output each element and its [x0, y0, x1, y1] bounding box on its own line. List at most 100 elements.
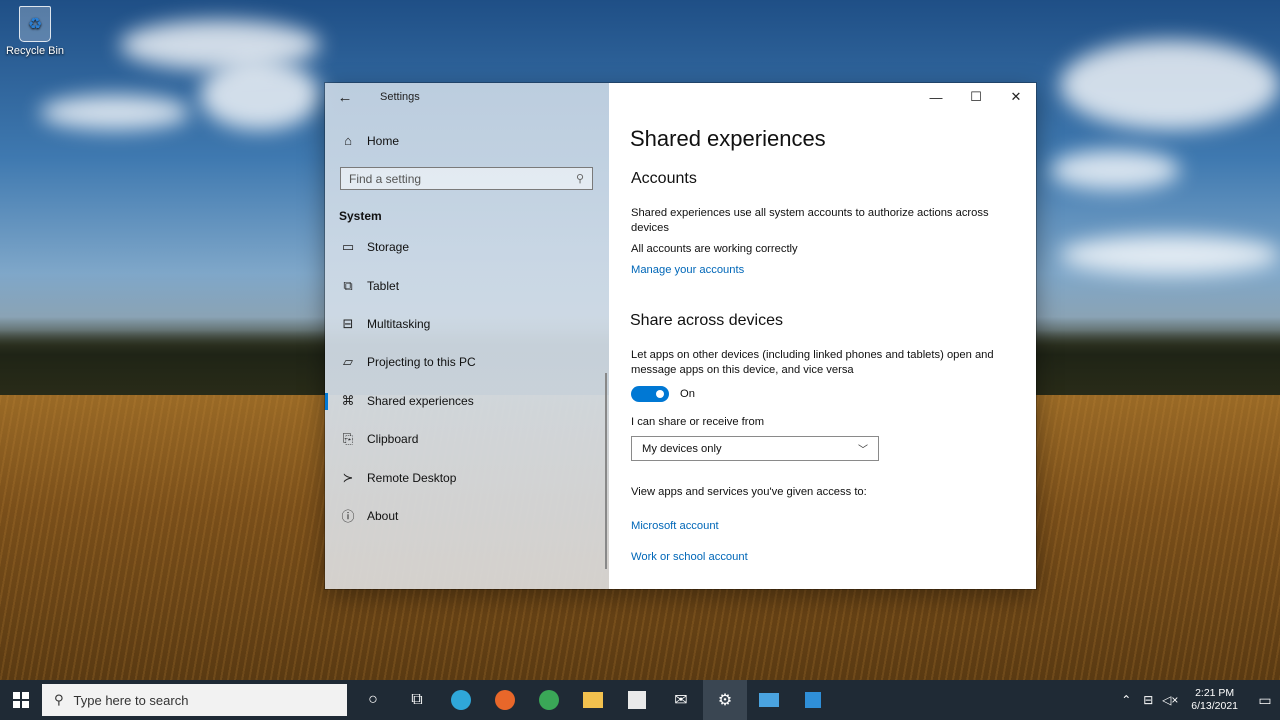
nav-home-label: Home [367, 133, 400, 148]
desktop-icon-label: Recycle Bin [5, 45, 65, 57]
sidebar-item-label: Tablet [367, 278, 400, 293]
tablet-icon: ⧉ [343, 277, 353, 293]
page-title: Shared experiences [630, 126, 826, 151]
manage-accounts-link[interactable]: Manage your accounts [631, 264, 744, 276]
chrome-button[interactable] [527, 680, 571, 720]
sidebar-item-clipboard[interactable]: ⎘ Clipboard [325, 420, 609, 458]
firefox-button[interactable] [483, 680, 527, 720]
sidebar-item-label: Projecting to this PC [367, 355, 476, 370]
title-bar: ← Settings [325, 83, 420, 111]
sidebar-scrollbar[interactable] [605, 373, 607, 569]
close-icon: ✕ [1010, 89, 1022, 104]
work-school-account-link[interactable]: Work or school account [631, 551, 748, 563]
storage-icon: ▭ [341, 239, 355, 255]
sidebar-item-multitasking[interactable]: ⊟ Multitasking [325, 305, 609, 343]
azure-button[interactable] [791, 680, 835, 720]
search-icon: ⚲ [54, 692, 64, 707]
settings-icon: ⚙ [717, 692, 733, 709]
sidebar-item-shared-experiences[interactable]: ⌘ Shared experiences [325, 382, 609, 420]
cloud [1060, 40, 1280, 130]
task-view-icon: ⧉ [411, 691, 423, 708]
nav-list: ▭ Storage ⧉ Tablet ⊟ Multitasking ▱ Proj… [325, 228, 609, 535]
windows-logo-icon [13, 692, 29, 708]
task-view-button[interactable]: ⧉ [395, 680, 439, 720]
cloud [120, 20, 320, 70]
projecting-icon: ▱ [343, 354, 353, 370]
share-heading: Share across devices [630, 312, 783, 329]
share-toggle-state: On [680, 388, 695, 400]
network-icon[interactable]: ⊟ [1139, 693, 1157, 707]
accounts-status: All accounts are working correctly [631, 243, 798, 255]
taskbar-apps: ○ ⧉ ✉ ⚙ [351, 680, 835, 720]
share-from-dropdown[interactable]: My devices only ﹀ [631, 436, 879, 461]
sidebar-item-storage[interactable]: ▭ Storage [325, 228, 609, 266]
dropdown-value: My devices only [642, 442, 722, 455]
firefox-icon [495, 690, 515, 710]
settings-window: ← Settings ⌂ Home Find a setting ⚲ Syste… [325, 83, 1036, 589]
clock-time: 2:21 PM [1195, 687, 1235, 699]
close-button[interactable]: ✕ [996, 83, 1036, 111]
edge-button[interactable] [439, 680, 483, 720]
control-panel-icon [759, 693, 779, 707]
sidebar-item-label: Multitasking [367, 316, 431, 331]
clipboard-icon: ⎘ [342, 431, 354, 447]
share-description: Let apps on other devices (including lin… [631, 349, 994, 376]
file-explorer-button[interactable] [571, 680, 615, 720]
minimize-button[interactable]: — [916, 83, 956, 111]
mail-button[interactable]: ✉ [659, 680, 703, 720]
cortana-button[interactable]: ○ [351, 680, 395, 720]
access-label: View apps and services you've given acce… [631, 486, 867, 498]
search-icon: ⚲ [575, 173, 584, 185]
clock[interactable]: 2:21 PM 6/13/2021 [1191, 687, 1238, 713]
multitasking-icon: ⊟ [342, 315, 354, 331]
taskbar-search-box[interactable]: ⚲ Type here to search [42, 684, 347, 716]
settings-taskbar-button[interactable]: ⚙ [703, 680, 747, 720]
volume-muted-icon[interactable]: ◁× [1161, 693, 1179, 707]
accounts-heading: Accounts [631, 170, 697, 187]
sidebar-item-label: About [367, 508, 399, 523]
file-explorer-icon [583, 692, 603, 708]
cloud [200, 60, 320, 130]
sidebar-item-label: Shared experiences [367, 393, 474, 408]
about-icon: ⓘ [341, 509, 355, 525]
notification-icon[interactable]: ▭ [1250, 692, 1280, 709]
taskbar-search-placeholder: Type here to search [73, 692, 189, 708]
sidebar-item-remote-desktop[interactable]: ≻ Remote Desktop [325, 458, 609, 496]
share-toggle[interactable] [631, 386, 669, 402]
back-arrow-icon: ← [337, 88, 353, 106]
search-placeholder: Find a setting [349, 171, 422, 186]
start-button[interactable] [0, 680, 42, 720]
find-setting-input[interactable]: Find a setting ⚲ [340, 167, 593, 190]
home-icon: ⌂ [344, 133, 352, 148]
cloud [1050, 150, 1180, 190]
store-button[interactable] [615, 680, 659, 720]
sidebar-item-about[interactable]: ⓘ About [325, 497, 609, 535]
chrome-icon [539, 690, 559, 710]
mail-icon: ✉ [674, 692, 688, 709]
settings-sidebar: ← Settings ⌂ Home Find a setting ⚲ Syste… [325, 83, 609, 589]
cloud [1060, 235, 1280, 275]
accounts-description: Shared experiences use all system accoun… [631, 207, 989, 234]
sidebar-item-tablet[interactable]: ⧉ Tablet [325, 266, 609, 304]
sidebar-item-projecting[interactable]: ▱ Projecting to this PC [325, 343, 609, 381]
settings-content: — ☐ ✕ Shared experiences Accounts Shared… [609, 83, 1036, 589]
chevron-down-icon: ﹀ [858, 445, 868, 456]
section-heading: System [339, 209, 382, 223]
chevron-up-icon[interactable]: ⌃ [1117, 693, 1135, 707]
cloud [40, 95, 190, 130]
sidebar-item-label: Remote Desktop [367, 470, 457, 485]
sidebar-item-label: Storage [367, 240, 410, 255]
microsoft-account-link[interactable]: Microsoft account [631, 520, 719, 532]
back-button[interactable]: ← [325, 83, 365, 111]
toggle-knob [656, 390, 664, 398]
maximize-button[interactable]: ☐ [956, 83, 996, 111]
window-title: Settings [380, 91, 420, 103]
share-from-label: I can share or receive from [631, 416, 765, 428]
nav-home[interactable]: ⌂ Home [339, 133, 399, 148]
desktop-icon-recycle-bin[interactable]: ♻ Recycle Bin [4, 6, 66, 57]
remote-desktop-icon: ≻ [342, 469, 354, 485]
control-panel-button[interactable] [747, 680, 791, 720]
clock-date: 6/13/2021 [1191, 700, 1238, 712]
edge-icon [451, 690, 471, 710]
minimize-icon: — [929, 89, 943, 105]
